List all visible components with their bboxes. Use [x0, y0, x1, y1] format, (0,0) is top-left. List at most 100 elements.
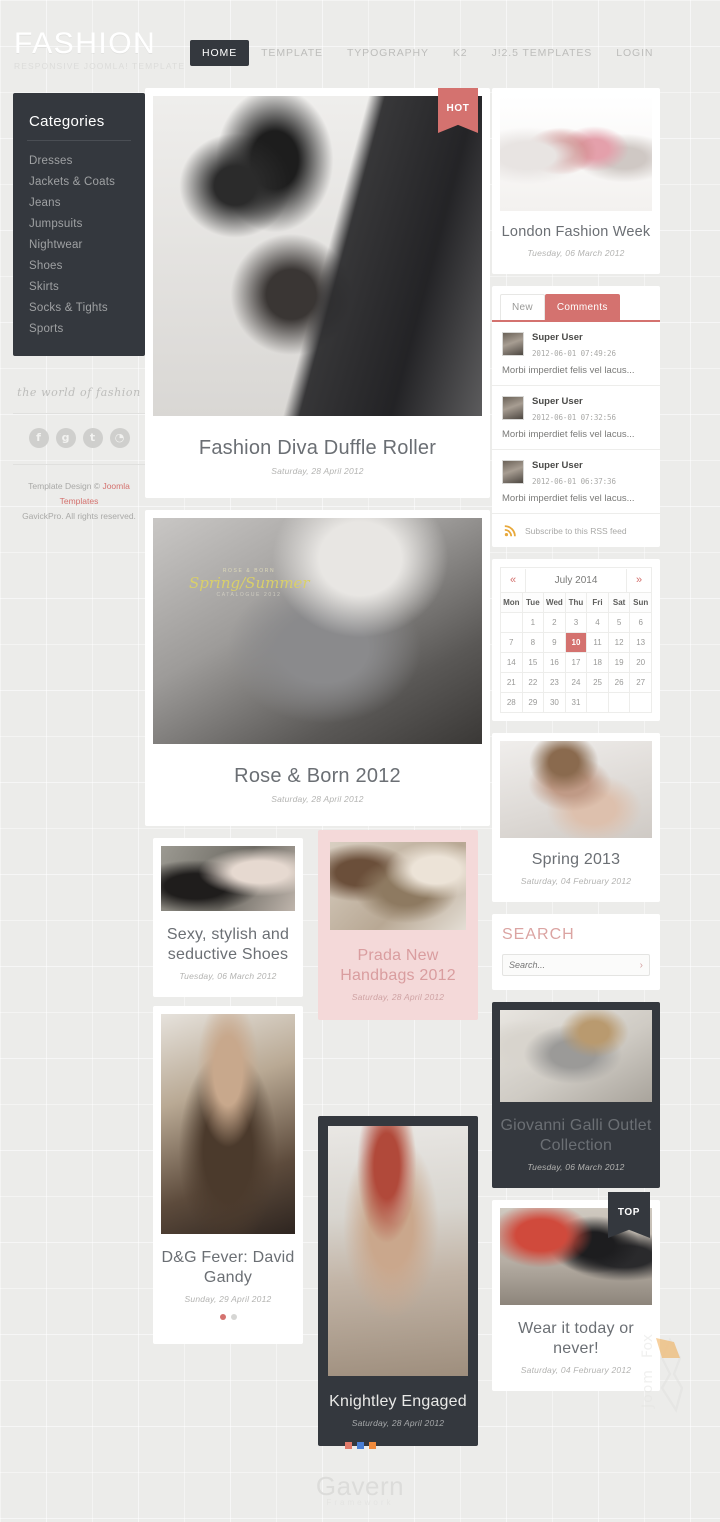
sidebar-item-sports[interactable]: Sports — [29, 319, 129, 340]
calendar-day[interactable]: 11 — [586, 632, 609, 653]
nav-item-home[interactable]: HOME — [190, 40, 250, 66]
comment-item[interactable]: Super User 2012-06-01 07:49:26 Morbi imp… — [492, 322, 660, 386]
calendar-day[interactable]: 29 — [521, 692, 545, 713]
carousel-pagination[interactable] — [161, 1304, 295, 1334]
calendar-day[interactable]: 6 — [629, 612, 652, 633]
sidebar-item-jeans[interactable]: Jeans — [29, 193, 129, 214]
article-image-rose-born: ROSE & BORN Spring/Summer CATALOGUE 2012 — [153, 518, 482, 744]
calendar-day[interactable]: 26 — [607, 672, 631, 693]
rss-subscribe-row[interactable]: Subscribe to this RSS feed — [492, 514, 660, 547]
calendar-day[interactable]: 17 — [564, 652, 588, 673]
calendar-day[interactable]: 8 — [521, 632, 545, 653]
comment-author[interactable]: Super User — [532, 460, 616, 472]
calendar-day[interactable]: 24 — [564, 672, 588, 693]
article-card-rose-born[interactable]: ROSE & BORN Spring/Summer CATALOGUE 2012… — [145, 510, 490, 826]
calendar-weekday-row: Mon Tue Wed Thu Fri Sat Sun — [500, 592, 652, 613]
tab-new[interactable]: New — [500, 294, 545, 320]
calendar-day[interactable]: 27 — [629, 672, 652, 693]
comment-item[interactable]: Super User 2012-06-01 06:37:36 Morbi imp… — [492, 450, 660, 514]
comment-text: Morbi imperdiet felis vel lacus... — [502, 365, 635, 376]
article-date-shoes: Tuesday, 06 March 2012 — [179, 971, 277, 981]
calendar-day[interactable]: 16 — [543, 652, 566, 673]
comment-author[interactable]: Super User — [532, 396, 616, 408]
calendar-day[interactable]: 20 — [629, 652, 652, 673]
search-input[interactable] — [509, 960, 640, 970]
sidebar-item-jackets-coats[interactable]: Jackets & Coats — [29, 172, 129, 193]
sidebar-slogan: the world of fashion — [13, 386, 145, 414]
module-london-fashion-week[interactable]: London Fashion Week Tuesday, 06 March 20… — [492, 88, 660, 274]
comment-author[interactable]: Super User — [532, 332, 616, 344]
google-plus-icon[interactable]: g — [55, 428, 76, 448]
article-card-knightley[interactable]: Knightley Engaged Saturday, 28 April 201… — [318, 1116, 478, 1446]
facebook-icon[interactable]: f — [28, 428, 49, 448]
nav-item-login[interactable]: LOGIN — [604, 41, 665, 65]
calendar-day[interactable]: 25 — [586, 672, 609, 693]
calendar-day[interactable]: 12 — [607, 632, 631, 653]
categories-module: Categories Dresses Jackets & Coats Jeans… — [13, 93, 145, 356]
module-giovanni-galli[interactable]: Giovanni Galli Outlet Collection Tuesday… — [492, 1002, 660, 1188]
sidebar-item-dresses[interactable]: Dresses — [29, 151, 129, 172]
article-card-shoes[interactable]: Sexy, stylish and seductive Shoes Tuesda… — [153, 838, 303, 997]
calendar-day[interactable]: 18 — [586, 652, 609, 673]
calendar-day[interactable]: 13 — [629, 632, 652, 653]
twitter-icon[interactable]: t — [82, 428, 103, 448]
calendar-next-button[interactable]: » — [627, 568, 651, 592]
calendar-day[interactable]: 21 — [500, 672, 523, 693]
tab-comments[interactable]: Comments — [544, 294, 620, 320]
calendar-day-today[interactable]: 10 — [564, 632, 588, 653]
featured-date-london: Tuesday, 06 March 2012 — [527, 248, 625, 258]
sidebar-item-jumpsuits[interactable]: Jumpsuits — [29, 214, 129, 235]
sidebar-item-nightwear[interactable]: Nightwear — [29, 235, 129, 256]
logo-title: FASHION — [14, 27, 157, 60]
social-links: f g t ◔ — [13, 414, 145, 465]
calendar-day[interactable]: 4 — [586, 612, 609, 633]
calendar-week-row: 7 8 9 10 11 12 13 — [500, 632, 652, 653]
calendar-day[interactable]: 28 — [500, 692, 523, 713]
comment-item[interactable]: Super User 2012-06-01 07:32:56 Morbi imp… — [492, 386, 660, 450]
carousel-dot-1[interactable] — [219, 1314, 226, 1320]
calendar-day[interactable]: 15 — [521, 652, 545, 673]
article-card-dg-fever[interactable]: D&G Fever: David Gandy Sunday, 29 April … — [153, 1006, 303, 1344]
main-navigation: HOME TEMPLATE TYPOGRAPHY K2 J!2.5 TEMPLA… — [190, 40, 665, 66]
nav-item-template[interactable]: TEMPLATE — [249, 41, 335, 65]
calendar-day[interactable] — [629, 692, 652, 713]
calendar-prev-button[interactable]: « — [501, 568, 525, 592]
module-spring-2013[interactable]: Spring 2013 Saturday, 04 February 2012 — [492, 733, 660, 902]
rss-icon[interactable]: ◔ — [109, 428, 130, 448]
comment-header: Super User 2012-06-01 06:37:36 — [502, 460, 650, 486]
module-wear-it-today[interactable]: TOP Wear it today or never! Saturday, 04… — [492, 1192, 660, 1391]
sidebar-item-socks-tights[interactable]: Socks & Tights — [29, 298, 129, 319]
article-date-dg-fever: Sunday, 29 April 2012 — [184, 1294, 272, 1304]
calendar-day[interactable]: 22 — [521, 672, 545, 693]
categories-title: Categories — [27, 107, 131, 141]
sidebar-item-shoes[interactable]: Shoes — [29, 256, 129, 277]
nav-item-k2[interactable]: K2 — [441, 41, 480, 65]
site-logo[interactable]: FASHION RESPONSIVE JOOMLA! TEMPLATE — [14, 27, 185, 72]
calendar-day[interactable] — [586, 692, 609, 713]
nav-item-typography[interactable]: TYPOGRAPHY — [335, 41, 441, 65]
article-date-wear: Saturday, 04 February 2012 — [520, 1365, 632, 1375]
search-submit-icon[interactable]: › — [640, 960, 643, 971]
banner-overlay-text: ROSE & BORN Spring/Summer CATALOGUE 2012 — [189, 568, 310, 598]
article-card-prada[interactable]: Prada New Handbags 2012 Saturday, 28 Apr… — [318, 830, 478, 1020]
calendar-day[interactable]: 14 — [500, 652, 523, 673]
calendar-day[interactable]: 1 — [521, 612, 545, 633]
calendar-day[interactable]: 23 — [543, 672, 566, 693]
search-box[interactable]: › — [502, 954, 650, 976]
calendar-day[interactable]: 19 — [607, 652, 631, 673]
nav-item-j25-templates[interactable]: J!2.5 TEMPLATES — [480, 41, 605, 65]
calendar-day[interactable] — [500, 612, 523, 633]
calendar-day[interactable]: 2 — [543, 612, 566, 633]
carousel-dot-2[interactable] — [230, 1314, 237, 1320]
calendar-day[interactable]: 9 — [543, 632, 566, 653]
calendar-day[interactable]: 30 — [543, 692, 566, 713]
calendar-day[interactable]: 7 — [500, 632, 523, 653]
calendar-day[interactable]: 3 — [564, 612, 588, 633]
calendar-widget: « July 2014 » Mon Tue Wed Thu Fri Sat Su… — [492, 559, 660, 721]
calendar-day[interactable] — [607, 692, 631, 713]
sidebar-item-skirts[interactable]: Skirts — [29, 277, 129, 298]
article-card-fashion-diva[interactable]: HOT Fashion Diva Duffle Roller Saturday,… — [145, 88, 490, 498]
featured-image-london — [500, 96, 652, 211]
calendar-day[interactable]: 5 — [607, 612, 631, 633]
calendar-day[interactable]: 31 — [564, 692, 588, 713]
